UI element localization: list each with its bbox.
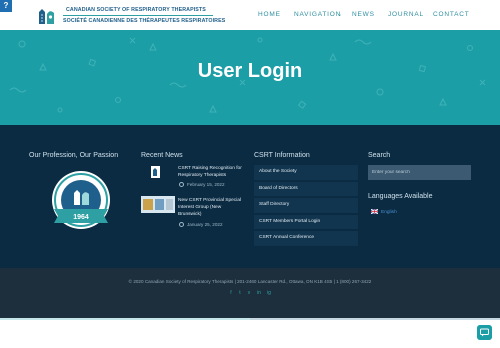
- news-title[interactable]: New CSRT Provincial Special Interest Gro…: [178, 197, 242, 218]
- info-link-about[interactable]: About the Society: [254, 165, 358, 182]
- site-footer: Our Profession, Our Passion 1964 Recent …: [0, 125, 500, 268]
- info-link-staff[interactable]: Staff Directory: [254, 198, 358, 215]
- search-input[interactable]: [368, 165, 471, 180]
- csrt-information-heading: CSRT Information: [254, 152, 310, 159]
- clock-icon: [179, 222, 184, 227]
- info-link-portal[interactable]: CSRT Members Portal Login: [254, 214, 358, 231]
- nav-home[interactable]: HOME: [258, 11, 281, 21]
- chat-icon[interactable]: [477, 325, 492, 340]
- instagram-icon[interactable]: ig: [266, 290, 272, 296]
- language-label[interactable]: English: [381, 210, 397, 215]
- linkedin-icon[interactable]: in: [256, 290, 262, 296]
- news-date-text: February 15, 2022: [187, 182, 225, 187]
- news-thumbnail[interactable]: [141, 196, 175, 213]
- org-name-french[interactable]: SOCIÉTÉ CANADIENNE DES THÉRAPEUTES RESPI…: [63, 18, 225, 24]
- page-bottom-strip: [0, 318, 500, 348]
- society-logo-icon[interactable]: [36, 6, 58, 26]
- twitter-icon[interactable]: t: [237, 290, 243, 296]
- language-english-link[interactable]: English: [371, 209, 397, 215]
- page-title: User Login: [197, 60, 303, 82]
- csrt-information-list: About the Society Board of Directors Sta…: [254, 165, 358, 248]
- page-hero: User Login: [0, 30, 500, 125]
- news-date: January 25, 2022: [179, 222, 223, 227]
- languages-heading: Languages Available: [368, 193, 433, 200]
- nav-navigation[interactable]: NAVIGATION: [294, 11, 341, 21]
- facebook-icon[interactable]: f: [228, 290, 234, 296]
- strip-divider: [0, 318, 500, 320]
- nav-journal[interactable]: JOURNAL: [388, 11, 424, 21]
- uk-flag-icon: [371, 209, 378, 214]
- copyright-bar: © 2020 Canadian Society of Respiratory T…: [0, 268, 500, 318]
- society-seal-icon: 1964: [52, 171, 110, 229]
- org-name-divider: [63, 15, 213, 16]
- nav-contact[interactable]: CONTACT: [433, 11, 470, 21]
- clock-icon: [179, 182, 184, 187]
- org-name-english[interactable]: CANADIAN SOCIETY OF RESPIRATORY THERAPIS…: [66, 7, 206, 13]
- seal-year: 1964: [73, 214, 89, 221]
- site-header: ? CANADIAN SOCIETY OF RESPIRATORY THERAP…: [0, 0, 500, 30]
- help-tab[interactable]: ?: [0, 0, 12, 12]
- recent-news-heading: Recent News: [141, 152, 183, 159]
- nav-news[interactable]: NEWS: [352, 11, 375, 21]
- news-date-text: January 25, 2022: [187, 222, 223, 227]
- news-title[interactable]: CSRT Raising Recognition for Respiratory…: [178, 165, 242, 179]
- news-thumbnail[interactable]: [141, 164, 175, 181]
- info-link-conference[interactable]: CSRT Annual Conference: [254, 231, 358, 248]
- copyright-text: © 2020 Canadian Society of Respiratory T…: [128, 279, 372, 284]
- info-link-board[interactable]: Board of Directors: [254, 181, 358, 198]
- footer-tagline-heading: Our Profession, Our Passion: [29, 152, 119, 159]
- vimeo-icon[interactable]: v: [246, 290, 252, 296]
- search-heading: Search: [368, 152, 391, 159]
- chevron-down-icon[interactable]: ⌄: [337, 11, 342, 18]
- news-date: February 15, 2022: [179, 182, 225, 187]
